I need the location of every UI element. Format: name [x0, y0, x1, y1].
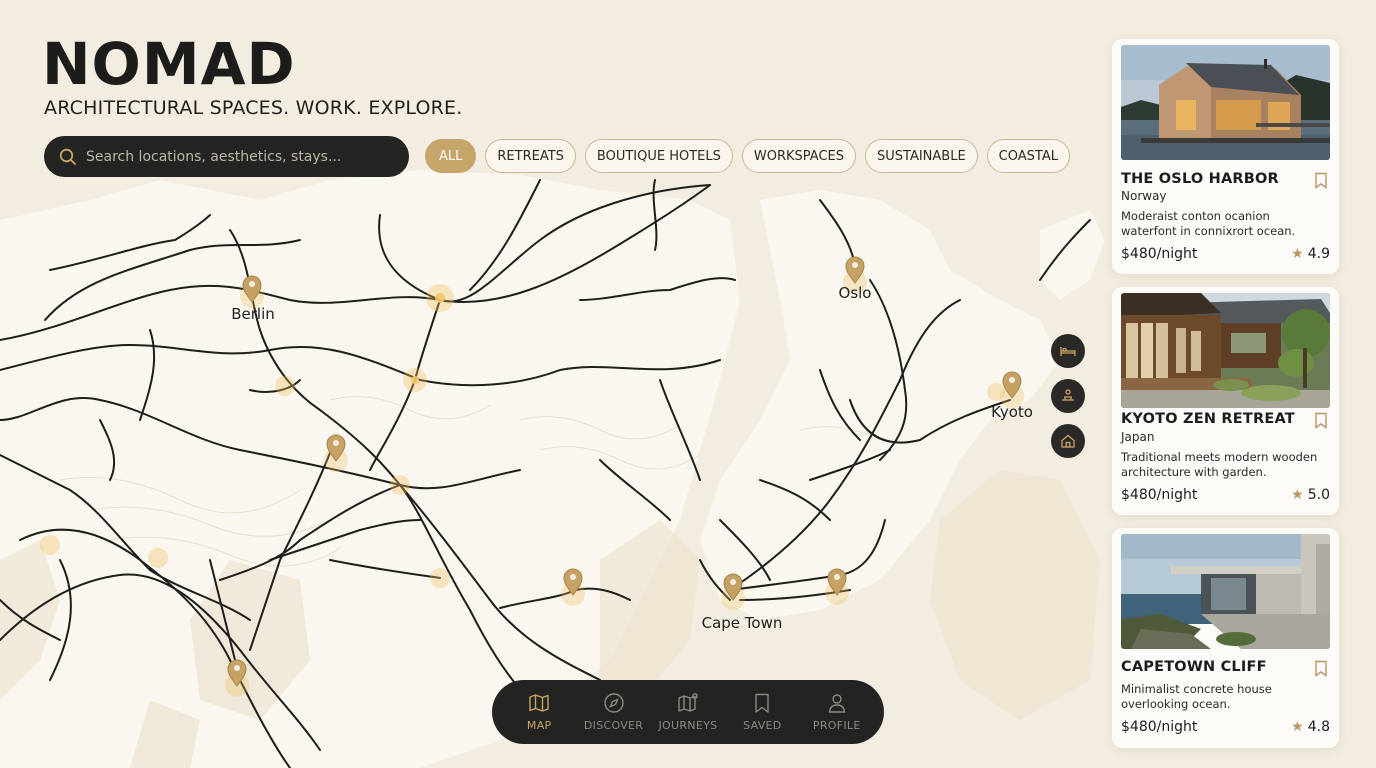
map-label-berlin[interactable]: Berlin	[231, 305, 275, 323]
pin-location[interactable]	[324, 434, 348, 472]
listing-price: $480/night	[1121, 719, 1198, 735]
listing-country: Norway	[1121, 189, 1167, 203]
app-logo: NOMAD	[42, 30, 296, 98]
homes-filter-button[interactable]	[1051, 424, 1085, 458]
listing-card-kyoto-zen-retreat[interactable]: KYOTO ZEN RETREAT Japan Traditional meet…	[1112, 287, 1339, 515]
bed-icon	[1060, 347, 1076, 356]
pin-cape-town[interactable]	[721, 573, 745, 610]
listing-description: Minimalist concrete house overlooking oc…	[1121, 682, 1272, 711]
listing-photo[interactable]	[1121, 45, 1330, 160]
home-icon	[1061, 434, 1075, 448]
map-label-kyoto[interactable]: Kyoto	[991, 403, 1033, 421]
map-label-cape-town[interactable]: Cape Town	[702, 614, 783, 632]
listing-card-oslo-harbor[interactable]: THE OSLO HARBOR Norway Moderaist conton …	[1112, 39, 1339, 274]
listing-description: Moderaist conton ocanion waterfont in co…	[1121, 209, 1296, 238]
nav-item-profile[interactable]: PROFILE	[800, 692, 874, 732]
search-icon	[59, 148, 76, 165]
star-icon: ★	[1291, 487, 1304, 503]
workspace-icon	[1062, 389, 1074, 401]
nav-item-saved[interactable]: SAVED	[725, 692, 799, 732]
nav-label: MAP	[526, 719, 552, 732]
listing-rating: ★ 4.8	[1291, 719, 1330, 735]
listing-card-capetown-cliff[interactable]: CAPETOWN CLIFF Minimalist concrete house…	[1112, 528, 1339, 748]
workspaces-filter-button[interactable]	[1051, 379, 1085, 413]
nav-item-discover[interactable]: DISCOVER	[577, 692, 651, 732]
listing-title[interactable]: KYOTO ZEN RETREAT	[1121, 411, 1295, 427]
search-input[interactable]	[86, 148, 386, 165]
nav-label: DISCOVER	[583, 719, 644, 732]
stays-filter-button[interactable]	[1051, 334, 1085, 368]
nav-label: PROFILE	[812, 719, 861, 732]
kyoto-retreat-photo	[1121, 293, 1330, 408]
nav-label: SAVED	[743, 719, 782, 732]
rating-value: 4.8	[1307, 719, 1330, 735]
listing-rating: ★ 5.0	[1291, 487, 1330, 503]
pin-location[interactable]	[825, 568, 849, 605]
map-icon	[529, 694, 549, 712]
journeys-icon	[678, 693, 698, 712]
listing-title[interactable]: THE OSLO HARBOR	[1121, 171, 1279, 187]
star-icon: ★	[1291, 246, 1304, 262]
listing-title[interactable]: CAPETOWN CLIFF	[1121, 659, 1267, 675]
map-label-oslo[interactable]: Oslo	[839, 284, 872, 302]
listing-country: Japan	[1121, 430, 1155, 444]
nav-item-map[interactable]: MAP	[502, 692, 576, 732]
bookmark-icon	[755, 693, 770, 713]
pin-location[interactable]	[561, 568, 585, 606]
land-masses	[0, 170, 1105, 768]
bookmark-icon[interactable]	[1314, 660, 1328, 677]
listing-price: $480/night	[1121, 246, 1198, 262]
filter-chip-workspaces[interactable]: WORKSPACES	[741, 139, 856, 173]
filter-chip-boutique-hotels[interactable]: BOUTIQUE HOTELS	[584, 139, 733, 173]
rating-value: 5.0	[1307, 487, 1330, 503]
nav-item-journeys[interactable]: JOURNEYS	[651, 692, 725, 732]
bookmark-icon[interactable]	[1314, 412, 1328, 429]
capetown-cliff-photo	[1121, 534, 1330, 649]
bottom-navigation: MAP DISCOVER JOURNEYS SAVED PROFILE	[492, 680, 884, 744]
profile-icon	[828, 694, 846, 713]
listing-price: $480/night	[1121, 487, 1198, 503]
bookmark-icon[interactable]	[1314, 172, 1328, 189]
pin-berlin[interactable]	[240, 275, 264, 308]
filter-chip-sustainable[interactable]: SUSTAINABLE	[865, 139, 978, 173]
filter-chips: ALL RETREATS BOUTIQUE HOTELS WORKSPACES …	[425, 139, 1070, 173]
listing-rating: ★ 4.9	[1291, 246, 1330, 262]
filter-chip-coastal[interactable]: COASTAL	[986, 139, 1070, 173]
search-bar[interactable]	[44, 136, 409, 177]
listing-photo[interactable]	[1121, 534, 1330, 649]
compass-icon	[603, 693, 624, 713]
filter-chip-all[interactable]: ALL	[425, 139, 477, 173]
app-tagline: ARCHITECTURAL SPACES. WORK. EXPLORE.	[44, 97, 463, 119]
filter-chip-retreats[interactable]: RETREATS	[485, 139, 576, 173]
nav-label: JOURNEYS	[658, 719, 718, 732]
listing-description: Traditional meets modern wooden architec…	[1121, 450, 1318, 479]
oslo-cabin-photo	[1121, 45, 1330, 160]
star-icon: ★	[1291, 719, 1304, 735]
rating-value: 4.9	[1307, 246, 1330, 262]
pin-location[interactable]	[225, 659, 249, 697]
listing-photo[interactable]	[1121, 293, 1330, 408]
